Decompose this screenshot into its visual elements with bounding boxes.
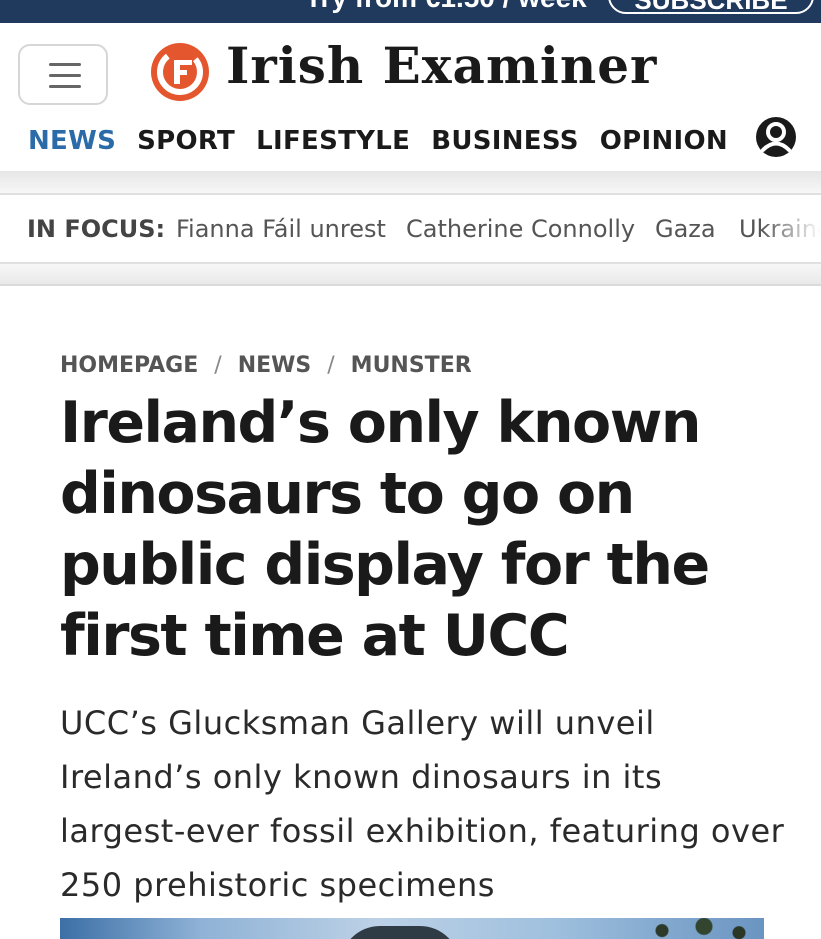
hero-image-foliage — [620, 918, 760, 939]
nav-item-sport[interactable]: SPORT — [137, 124, 235, 158]
focus-scroll-fade — [761, 195, 821, 262]
article-standfirst: UCC’s Glucksman Gallery will unveil Irel… — [60, 704, 785, 904]
article-headline: Ireland’s only known dinosaurs to go on … — [60, 390, 710, 669]
subscribe-button[interactable]: SUBSCRIBE — [608, 0, 814, 15]
logo-wordmark[interactable]: Irish Examiner — [226, 36, 657, 95]
logo-icon[interactable] — [150, 42, 210, 102]
focus-divider — [0, 264, 821, 286]
nav-item-lifestyle[interactable]: LIFESTYLE — [256, 124, 410, 158]
menu-icon-bar — [49, 85, 81, 88]
nav-item-news[interactable]: NEWS — [28, 124, 116, 158]
menu-icon-bar — [49, 74, 81, 77]
header-divider — [0, 171, 821, 193]
nav-item-opinion[interactable]: OPINION — [600, 124, 728, 158]
in-focus-label: IN FOCUS: — [27, 215, 166, 243]
in-focus-bar: IN FOCUS: Fianna Fáil unrest Catherine C… — [0, 193, 821, 264]
promo-bar: Try from €1.50 / week SUBSCRIBE — [0, 0, 821, 23]
breadcrumb-homepage[interactable]: HOMEPAGE — [60, 353, 198, 378]
focus-topic[interactable]: Catherine Connolly — [406, 215, 635, 243]
breadcrumb: HOMEPAGE / NEWS / MUNSTER — [60, 353, 472, 378]
promo-text: Try from €1.50 / week — [305, 0, 587, 14]
breadcrumb-separator: / — [214, 353, 222, 378]
hero-image-building — [340, 926, 460, 939]
nav-item-business[interactable]: BUSINESS — [431, 124, 579, 158]
menu-button[interactable] — [18, 44, 108, 105]
account-icon[interactable] — [754, 115, 798, 159]
focus-topic[interactable]: Fianna Fáil unrest — [176, 215, 386, 243]
breadcrumb-separator: / — [327, 353, 335, 378]
main-nav: NEWS SPORT LIFESTYLE BUSINESS OPINION — [28, 124, 728, 158]
breadcrumb-news[interactable]: NEWS — [238, 353, 312, 378]
breadcrumb-munster[interactable]: MUNSTER — [351, 353, 472, 378]
focus-topic[interactable]: Gaza — [655, 215, 716, 243]
menu-icon-bar — [49, 63, 81, 66]
hero-image[interactable] — [60, 918, 764, 939]
